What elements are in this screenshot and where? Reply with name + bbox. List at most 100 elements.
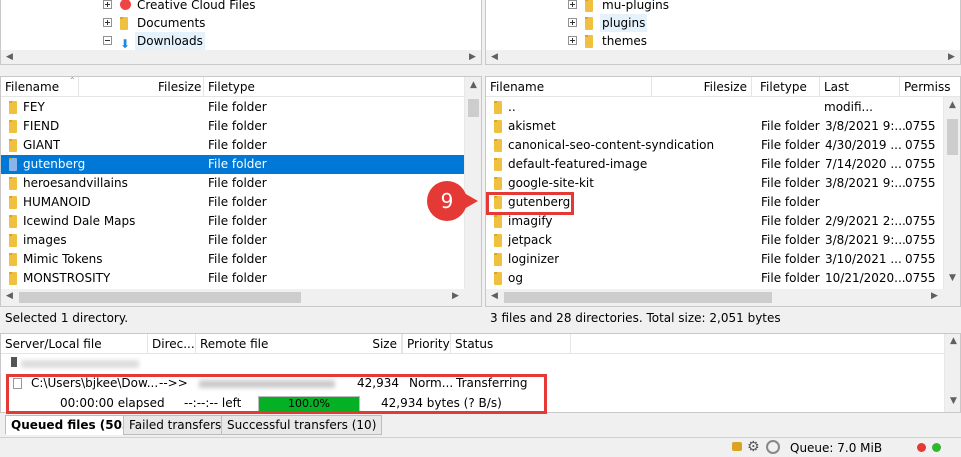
tree-item-label: Downloads [135, 32, 205, 50]
folder-icon [9, 272, 17, 285]
col-permissions[interactable]: Permiss [900, 77, 960, 97]
file-row[interactable]: images File folder [1, 231, 464, 250]
file-name: Icewind Dale Maps [23, 214, 136, 228]
sort-ascending-icon: ⌃ [69, 76, 76, 85]
server-name-blurred [21, 360, 139, 368]
remote-status: 3 files and 28 directories. Total size: … [485, 307, 961, 329]
file-row[interactable]: MONSTROSITY File folder [1, 269, 464, 288]
file-permissions: 0755 [905, 138, 936, 152]
file-row[interactable]: og File folder 10/21/2020... 0755 [486, 269, 943, 288]
file-type: File folder [208, 252, 267, 266]
tab-queued-files[interactable]: Queued files (503) [5, 415, 142, 435]
queue-vscroll[interactable]: ▲ ▼ [944, 334, 960, 412]
file-row[interactable]: FEY File folder [1, 98, 464, 117]
scroll-down-icon[interactable]: ▼ [944, 273, 960, 283]
col-status[interactable]: Status [451, 334, 571, 354]
file-row[interactable]: HUMANOID File folder [1, 193, 464, 212]
file-row[interactable]: Icewind Dale Maps File folder [1, 212, 464, 231]
file-row[interactable]: default-featured-image File folder 7/14/20… [486, 155, 943, 174]
scroll-up-icon[interactable]: ▲ [945, 336, 960, 346]
file-row[interactable]: canonical-seo-content-syndication File fo… [486, 136, 943, 155]
col-filetype[interactable]: Filetype [756, 77, 820, 97]
local-directory-tree[interactable]: Creative Cloud Files Documents ⬇ Downloads … [0, 0, 482, 65]
scroll-left-icon[interactable]: ◀ [1, 291, 18, 301]
expand-icon[interactable] [103, 18, 112, 27]
file-row[interactable]: FIEND File folder [1, 117, 464, 136]
tree-item-label: plugins [600, 14, 648, 32]
file-modified: 2/9/2021 2:... [825, 214, 906, 228]
scroll-left-icon[interactable]: ◀ [486, 52, 503, 62]
remote-directory-tree[interactable]: mu-pluginspluginsthemesupdraft ◀ ▶ [485, 0, 961, 65]
file-row[interactable]: heroesandvillains File folder [1, 174, 464, 193]
local-list-vscroll[interactable]: ▲ [464, 77, 481, 289]
scroll-down-icon[interactable]: ▼ [945, 396, 960, 406]
expand-icon[interactable] [103, 0, 112, 9]
file-name: FEY [23, 100, 45, 114]
col-size[interactable]: Size [340, 334, 402, 354]
col-last-modified[interactable]: Last modifi... [820, 77, 900, 114]
folder-icon [9, 139, 17, 152]
scroll-right-icon[interactable]: ▶ [447, 291, 464, 301]
settings-gear-icon[interactable]: ⚙ [747, 439, 760, 455]
file-row[interactable]: Mimic Tokens File folder [1, 250, 464, 269]
folder-icon [585, 35, 593, 48]
remote-list-vscroll[interactable]: ▲ ▼ [943, 97, 960, 289]
file-modified: 3/8/2021 9:... [825, 233, 906, 247]
expand-icon[interactable] [568, 36, 577, 45]
col-priority[interactable]: Priority [403, 334, 451, 354]
col-filetype[interactable]: Filetype [204, 77, 464, 97]
expand-icon[interactable] [568, 0, 577, 9]
folder-icon [494, 120, 502, 133]
status-light-green-icon [932, 443, 941, 452]
collapse-icon[interactable] [103, 36, 112, 45]
file-row[interactable]: loginizer File folder 3/10/2021 ... 0755 [486, 250, 943, 269]
scroll-up-icon[interactable]: ▲ [944, 100, 960, 110]
tab-failed-transfers[interactable]: Failed transfers [123, 415, 228, 435]
file-name: MONSTROSITY [23, 271, 111, 285]
file-name: HUMANOID [23, 195, 91, 209]
file-modified: 4/30/2019 ... [825, 138, 902, 152]
local-list-hscroll[interactable]: ◀ ▶ [1, 289, 481, 306]
tab-successful-transfers[interactable]: Successful transfers (10) [221, 415, 383, 435]
file-row[interactable]: jetpack File folder 3/8/2021 9:... 0755 [486, 231, 943, 250]
col-direction[interactable]: Direc... [148, 334, 196, 354]
remote-tree-hscroll[interactable]: ◀ ▶ [486, 50, 960, 64]
speed-limit-icon[interactable] [766, 440, 780, 454]
file-row[interactable]: akismet File folder 3/8/2021 9:... 0755 [486, 117, 943, 136]
file-row[interactable]: gutenberg File folder [1, 155, 464, 174]
file-type: File folder [208, 271, 267, 285]
local-file-list[interactable]: Filename ⌃ Filesize Filetype FEY File fol… [0, 76, 482, 307]
expand-icon[interactable] [568, 18, 577, 27]
col-filesize[interactable]: Filesize [652, 77, 752, 97]
scroll-right-icon[interactable]: ▶ [943, 52, 960, 62]
file-row[interactable]: google-site-kit File folder 3/8/2021 9:...… [486, 174, 943, 193]
col-filesize[interactable]: Filesize [154, 77, 204, 97]
file-row[interactable]: .. [486, 98, 943, 117]
file-type: File folder [208, 138, 267, 152]
scroll-thumb[interactable] [468, 99, 479, 117]
file-type: File folder [208, 100, 267, 114]
scroll-thumb[interactable] [947, 119, 958, 155]
file-name: GIANT [23, 138, 61, 152]
file-name: google-site-kit [508, 176, 594, 190]
col-filename[interactable]: Filename [486, 77, 652, 97]
file-type: File folder [208, 157, 267, 171]
scroll-right-icon[interactable]: ▶ [926, 291, 943, 301]
remote-list-hscroll[interactable]: ◀ ▶ [486, 289, 960, 306]
file-name: og [508, 271, 523, 285]
local-tree-hscroll[interactable]: ◀ ▶ [1, 50, 481, 64]
folder-icon [585, 0, 593, 12]
col-server-local[interactable]: Server/Local file [1, 334, 148, 354]
scroll-left-icon[interactable]: ◀ [1, 52, 18, 62]
scroll-thumb[interactable] [504, 292, 772, 303]
file-type: File folder [761, 271, 820, 285]
file-row[interactable]: GIANT File folder [1, 136, 464, 155]
file-type: File folder [761, 119, 820, 133]
queue-header: Server/Local file Direc... Remote file S… [1, 334, 944, 354]
scroll-up-icon[interactable]: ▲ [465, 80, 481, 90]
scroll-thumb[interactable] [19, 292, 301, 303]
scroll-right-icon[interactable]: ▶ [464, 52, 481, 62]
footer-bar: ⚙ Queue: 7.0 MiB [0, 437, 961, 457]
scroll-left-icon[interactable]: ◀ [486, 291, 503, 301]
file-name: .. [508, 100, 516, 114]
